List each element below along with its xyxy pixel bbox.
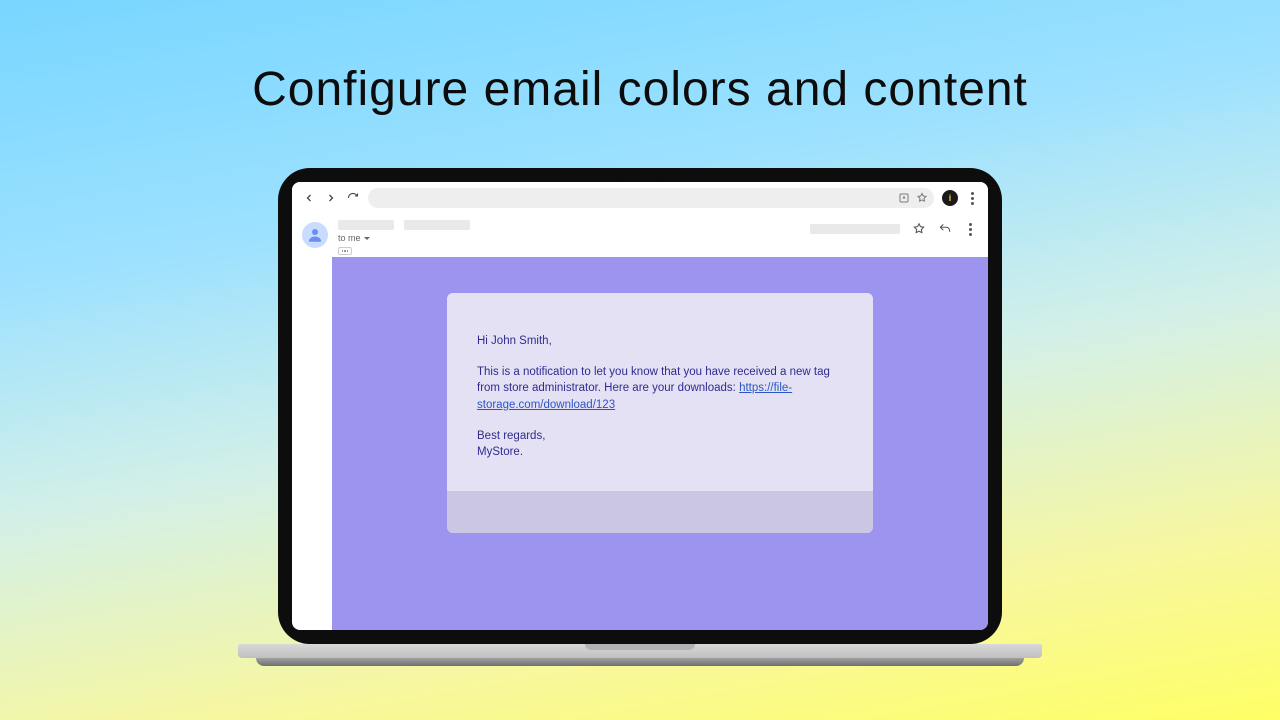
email-signoff-line1: Best regards, (477, 428, 843, 445)
laptop-mockup: i to me (278, 168, 1002, 668)
email-signoff-line2: MyStore. (477, 444, 843, 461)
recipient-row[interactable]: to me (338, 233, 800, 243)
browser-menu-button[interactable] (966, 192, 978, 205)
email-more-button[interactable] (964, 223, 976, 236)
email-greeting: Hi John Smith, (477, 333, 843, 350)
install-icon[interactable] (898, 192, 910, 204)
forward-button[interactable] (324, 191, 338, 205)
page-headline: Configure email colors and content (0, 62, 1280, 117)
sender-name-placeholder (338, 220, 394, 230)
sender-email-placeholder (404, 220, 470, 230)
sender-name-row (338, 220, 800, 230)
bookmark-star-icon[interactable] (916, 192, 928, 204)
email-card-content: Hi John Smith, This is a notification to… (447, 293, 873, 491)
email-body-wrap: Hi John Smith, This is a notification to… (292, 257, 988, 630)
reply-button[interactable] (938, 222, 952, 236)
email-header-row: to me (292, 216, 988, 257)
address-bar[interactable] (368, 188, 934, 208)
email-body: This is a notification to let you know t… (477, 364, 843, 414)
email-card: Hi John Smith, This is a notification to… (447, 293, 873, 533)
laptop-bezel: i to me (278, 168, 1002, 644)
email-actions (810, 222, 976, 236)
timestamp-placeholder (810, 224, 900, 234)
back-button[interactable] (302, 191, 316, 205)
chevron-down-icon (364, 237, 370, 240)
email-background: Hi John Smith, This is a notification to… (332, 257, 988, 630)
camera-notch (615, 172, 665, 180)
reload-button[interactable] (346, 191, 360, 205)
sender-column: to me (338, 220, 800, 255)
profile-avatar[interactable]: i (942, 190, 958, 206)
email-card-footer (447, 491, 873, 533)
sender-avatar[interactable] (302, 222, 328, 248)
show-trimmed-button[interactable] (338, 247, 352, 255)
recipient-label: to me (338, 233, 361, 243)
star-button[interactable] (912, 222, 926, 236)
browser-toolbar: i (292, 182, 988, 216)
laptop-base (238, 644, 1042, 668)
laptop-screen: i to me (292, 182, 988, 630)
